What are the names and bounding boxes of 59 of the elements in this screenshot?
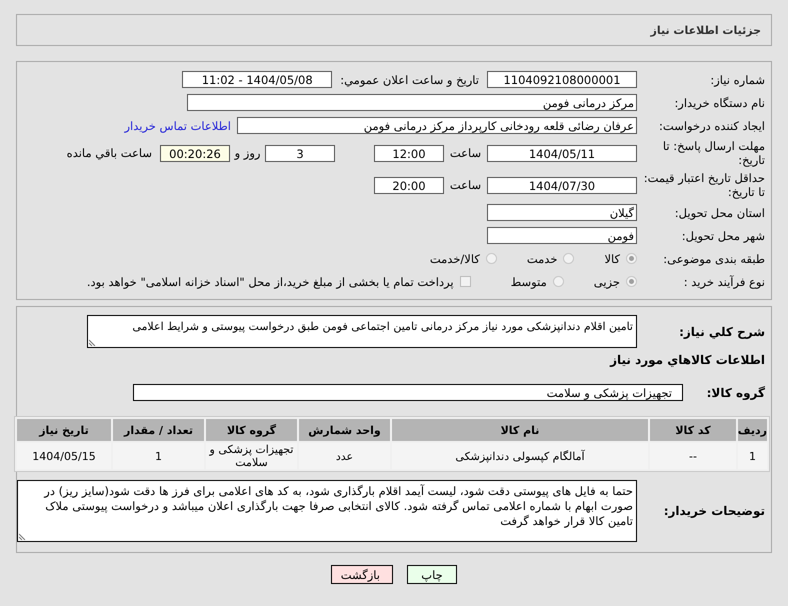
text-field[interactable]: گیلان	[487, 204, 637, 221]
text-field[interactable]: فومن	[487, 227, 637, 244]
radio-option[interactable]: کالا/خدمت	[430, 252, 497, 266]
field-label: طبقه بندی موضوعی:	[662, 252, 766, 266]
date-field[interactable]: 1404/05/11	[487, 144, 637, 162]
field-label: توضیحات خریدار:	[662, 504, 766, 518]
field-label: نوع فرآیند خرید :	[682, 274, 766, 288]
field-label: شرح کلي نیاز:	[678, 324, 766, 338]
radio-option[interactable]: جزیی	[594, 274, 637, 288]
time-field[interactable]: 20:00	[374, 176, 444, 194]
page-title: جزئیات اطلاعات نیاز	[650, 24, 761, 36]
field-label: ساعت	[448, 178, 482, 192]
time-field[interactable]: 12:00	[374, 144, 444, 162]
field-label: استان محل تحویل:	[674, 206, 766, 220]
field-label: تاریخ و ساعت اعلان عمومي:	[340, 72, 479, 86]
countdown-field: 00:20:26	[160, 144, 230, 162]
text-field[interactable]: تجهیزات پزشکی و سلامت	[133, 384, 683, 401]
field-label: شهر محل تحویل:	[680, 228, 766, 242]
radio-option[interactable]: کالا	[604, 252, 637, 266]
table-cell: تجهیزات پزشکی و سلامت	[206, 443, 297, 469]
field-label: گروه کالا:	[706, 386, 766, 400]
description-field[interactable]: تامین اقلام دندانپزشکی مورد نیاز مرکز درمانی تامین اجتماعی فومن طبق درخواست پیوستی و شرایط اعلامی	[87, 315, 637, 348]
radio-option[interactable]: متوسط	[510, 274, 564, 288]
column-header: تعداد / مقدار	[113, 419, 204, 441]
notes-field[interactable]: حتما به فایل های پیوستی دقت شود، لیست آیمد اقلام بارگذاری شود، به کد های اعلامی برای فرز ها دقت شود(سایز ریز) در صورت ابهام با شماره اعلامی تماس گرفته شود. کالای انتخابی صرفا جهت بارگذاری اعلان میباشد و درخواست پیوستی ملاک تامین کالا قرار خواهد گرفت	[17, 480, 637, 542]
field-label: نام دستگاه خریدار:	[673, 96, 766, 110]
radio-option[interactable]: خدمت	[526, 252, 574, 266]
date-field[interactable]: 1404/07/30	[487, 176, 637, 194]
table-cell: --	[650, 443, 736, 469]
field-label: ساعت باقي مانده	[66, 146, 152, 160]
column-header: کد کالا	[650, 419, 736, 441]
table-cell: 1	[113, 443, 204, 469]
action-button[interactable]: بازگشت	[331, 565, 393, 584]
field-label: شماره نیاز:	[709, 72, 766, 86]
checkbox-option[interactable]: پرداخت تمام یا بخشی از مبلغ خرید،از محل "اسناد خزانه اسلامی" خواهد بود.	[86, 274, 471, 288]
resize-grip-icon[interactable]	[19, 532, 27, 540]
contact-link[interactable]: اطلاعات تماس خریدار	[124, 118, 231, 132]
days-field[interactable]: 3	[265, 144, 335, 162]
resize-grip-icon[interactable]	[89, 338, 97, 346]
action-button[interactable]: چاپ	[407, 565, 457, 584]
field-label: روز و	[233, 146, 262, 160]
table-cell: 1	[738, 443, 767, 469]
text-field[interactable]: 1404/05/08 - 11:02	[182, 71, 332, 88]
field-label: حداقل تاریخ اعتبار قیمت: تا تاریخ:	[642, 171, 766, 199]
column-header: ردیف	[738, 419, 767, 441]
column-header: تاریخ نیاز	[17, 419, 111, 441]
section-title: اطلاعات کالاهاي مورد نیاز	[610, 352, 766, 366]
table-cell: 1404/05/15	[17, 443, 111, 469]
column-header: واحد شمارش	[299, 419, 390, 441]
column-header: گروه کالا	[206, 419, 297, 441]
text-field[interactable]: عرفان رضائی قلعه رودخانی کارپرداز مرکز درمانی فومن	[237, 117, 637, 134]
field-label: ایجاد کننده درخواست:	[658, 118, 766, 132]
field-label: ساعت	[448, 146, 482, 160]
field-label: مهلت ارسال پاسخ: تا تاریخ:	[662, 139, 766, 167]
table-cell: عدد	[299, 443, 390, 469]
table-cell: آمالگام کپسولی دندانپزشکی	[392, 443, 648, 469]
text-field[interactable]: 1104092108000001	[487, 71, 637, 88]
text-field[interactable]: مرکز درمانی فومن	[187, 94, 637, 111]
column-header: نام کالا	[392, 419, 648, 441]
